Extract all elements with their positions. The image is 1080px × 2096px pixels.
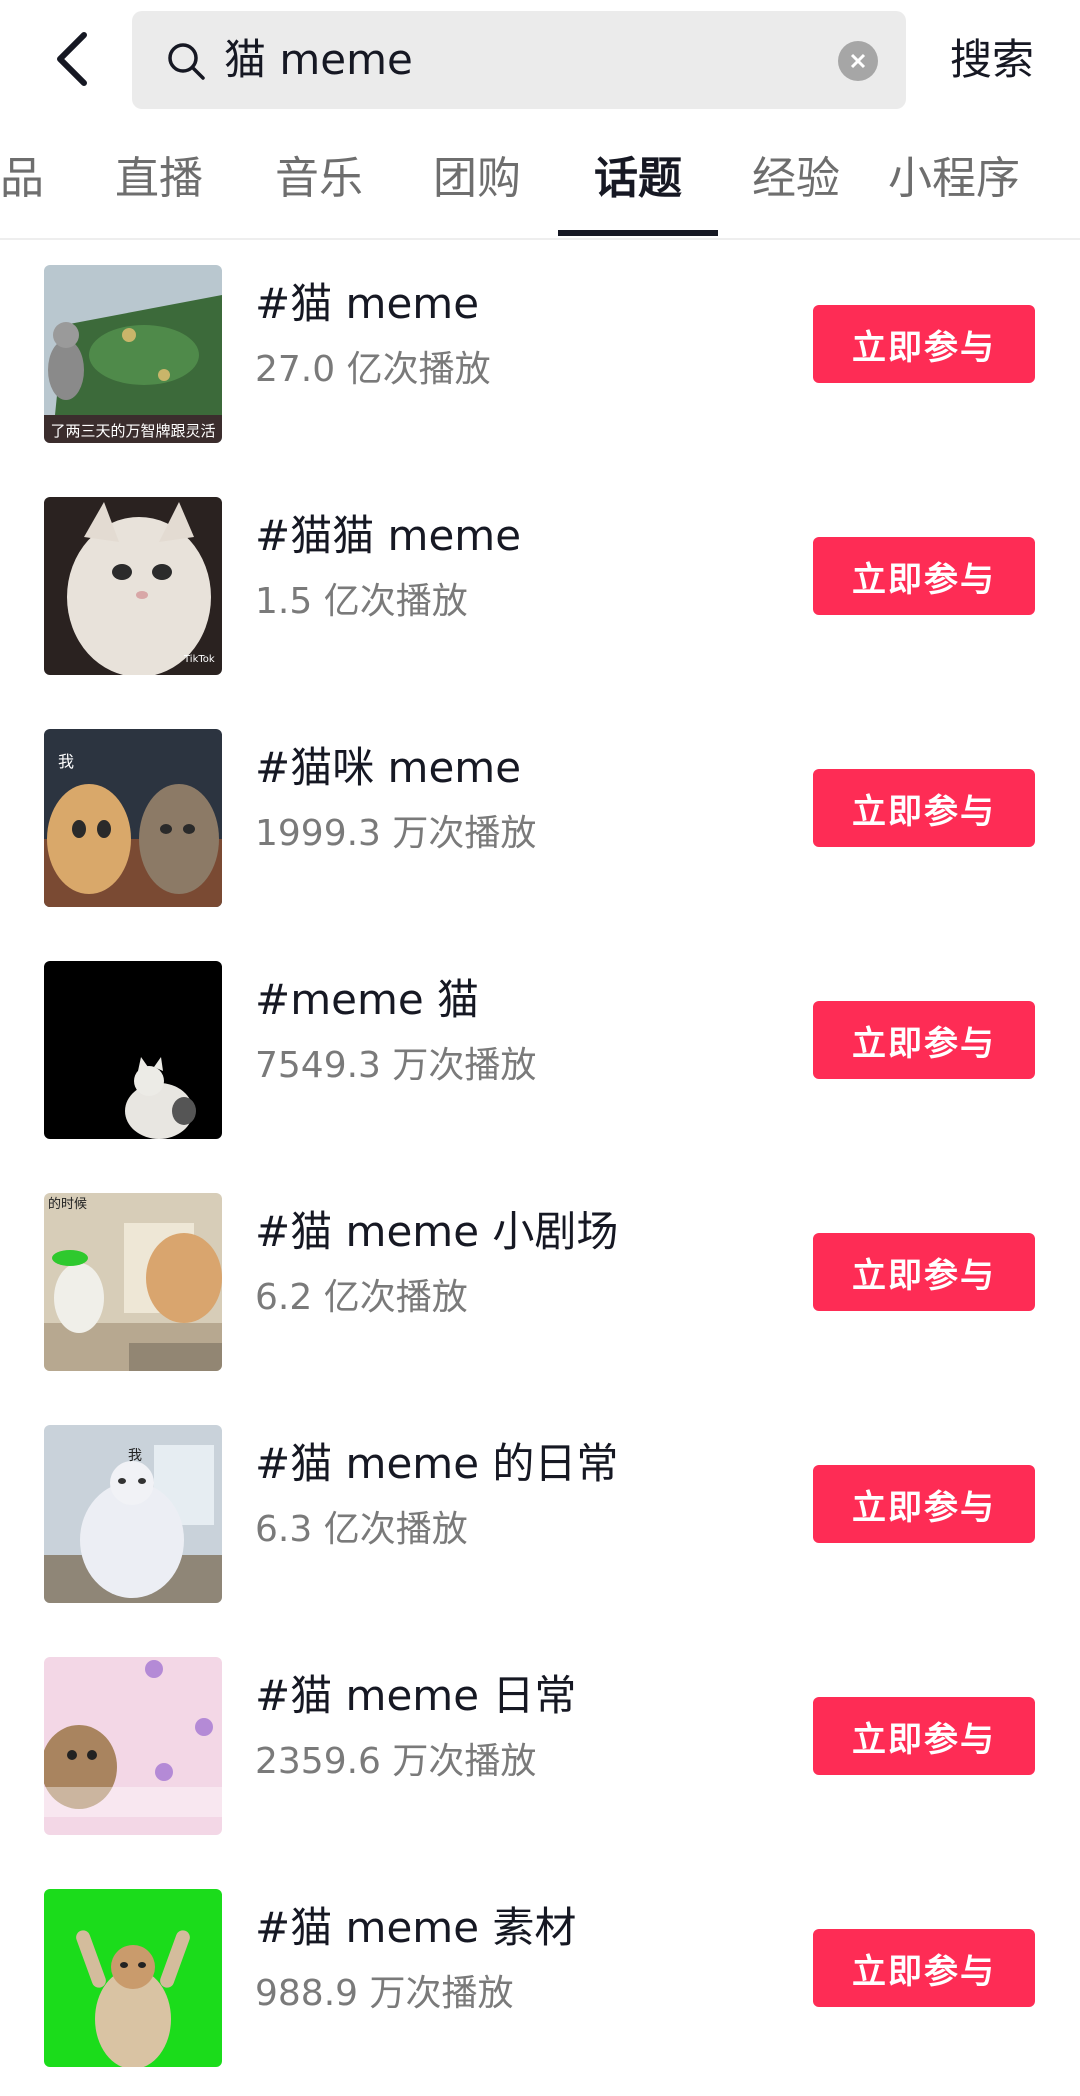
topic-title: #猫 meme 小剧场: [255, 1207, 619, 1256]
join-button[interactable]: 立即参与: [813, 1233, 1035, 1311]
join-button[interactable]: 立即参与: [813, 305, 1035, 383]
tab-topics[interactable]: 话题: [594, 120, 682, 238]
topic-thumbnail: [44, 961, 222, 1139]
join-button[interactable]: 立即参与: [813, 1465, 1035, 1543]
thumbnail-caption: 的时候: [48, 1196, 87, 1212]
topic-title: #猫 meme: [255, 279, 480, 328]
topic-thumbnail: [44, 1889, 222, 2067]
tab-miniprogram[interactable]: 小程序: [888, 120, 1020, 238]
topic-row[interactable]: TikTok #猫猫 meme 1.5 亿次播放 立即参与: [0, 472, 1080, 704]
topic-play-count: 1.5 亿次播放: [255, 581, 468, 622]
topic-title: #猫 meme 日常: [255, 1671, 577, 1720]
topic-play-count: 27.0 亿次播放: [255, 349, 491, 390]
topic-thumbnail: 了两三天的万智牌跟灵活: [44, 265, 222, 443]
tab-music[interactable]: 音乐: [275, 120, 363, 238]
thumbnail-caption: TikTok: [183, 654, 215, 665]
topic-row[interactable]: #meme 猫 7549.3 万次播放 立即参与: [0, 936, 1080, 1168]
search-input[interactable]: 猫 meme: [132, 11, 906, 109]
search-query-text: 猫 meme: [224, 35, 413, 84]
topic-thumbnail: [44, 1657, 222, 1835]
topic-play-count: 2359.6 万次播放: [255, 1741, 537, 1782]
topic-row[interactable]: 了两三天的万智牌跟灵活 #猫 meme 27.0 亿次播放 立即参与: [0, 240, 1080, 472]
topic-play-count: 6.3 亿次播放: [255, 1509, 468, 1550]
topic-row[interactable]: #猫 meme 素材 988.9 万次播放 立即参与: [0, 1864, 1080, 2096]
join-button[interactable]: 立即参与: [813, 1697, 1035, 1775]
topic-title: #猫咪 meme: [255, 743, 522, 792]
join-button[interactable]: 立即参与: [813, 1929, 1035, 2007]
topic-title: #meme 猫: [255, 975, 480, 1024]
tab-groupbuy[interactable]: 团购: [433, 120, 521, 238]
topic-thumbnail: 我: [44, 1425, 222, 1603]
top-bar: 猫 meme 搜索: [0, 0, 1080, 120]
join-button[interactable]: 立即参与: [813, 537, 1035, 615]
topic-play-count: 988.9 万次播放: [255, 1973, 514, 2014]
tab-experience[interactable]: 经验: [752, 120, 840, 238]
thumbnail-caption: 我: [128, 1448, 142, 1464]
topic-play-count: 6.2 亿次播放: [255, 1277, 468, 1318]
back-arrow-icon[interactable]: [44, 28, 100, 90]
topic-row[interactable]: #猫 meme 日常 2359.6 万次播放 立即参与: [0, 1632, 1080, 1864]
category-tabs: 品 直播 音乐 团购 话题 经验 小程序: [0, 120, 1080, 240]
topic-thumbnail: 我: [44, 729, 222, 907]
join-button[interactable]: 立即参与: [813, 769, 1035, 847]
search-icon: [168, 43, 205, 80]
join-button[interactable]: 立即参与: [813, 1001, 1035, 1079]
topic-row[interactable]: 的时候 #猫 meme 小剧场 6.2 亿次播放 立即参与: [0, 1168, 1080, 1400]
tab-live[interactable]: 直播: [115, 120, 203, 238]
topic-thumbnail: TikTok: [44, 497, 222, 675]
topic-play-count: 7549.3 万次播放: [255, 1045, 537, 1086]
topic-title: #猫 meme 素材: [255, 1903, 577, 1952]
topic-title: #猫猫 meme: [255, 511, 522, 560]
clear-icon[interactable]: [838, 41, 878, 81]
topic-thumbnail: 的时候: [44, 1193, 222, 1371]
topic-play-count: 1999.3 万次播放: [255, 813, 537, 854]
thumbnail-caption: 了两三天的万智牌跟灵活: [50, 422, 215, 440]
thumbnail-caption: 我: [58, 752, 74, 771]
active-tab-indicator: [558, 230, 718, 236]
search-button[interactable]: 搜索: [950, 0, 1034, 120]
topic-row[interactable]: 我 #猫咪 meme 1999.3 万次播放 立即参与: [0, 704, 1080, 936]
topic-title: #猫 meme 的日常: [255, 1439, 619, 1488]
topic-row[interactable]: 我 #猫 meme 的日常 6.3 亿次播放 立即参与: [0, 1400, 1080, 1632]
tab-works[interactable]: 品: [0, 120, 44, 238]
